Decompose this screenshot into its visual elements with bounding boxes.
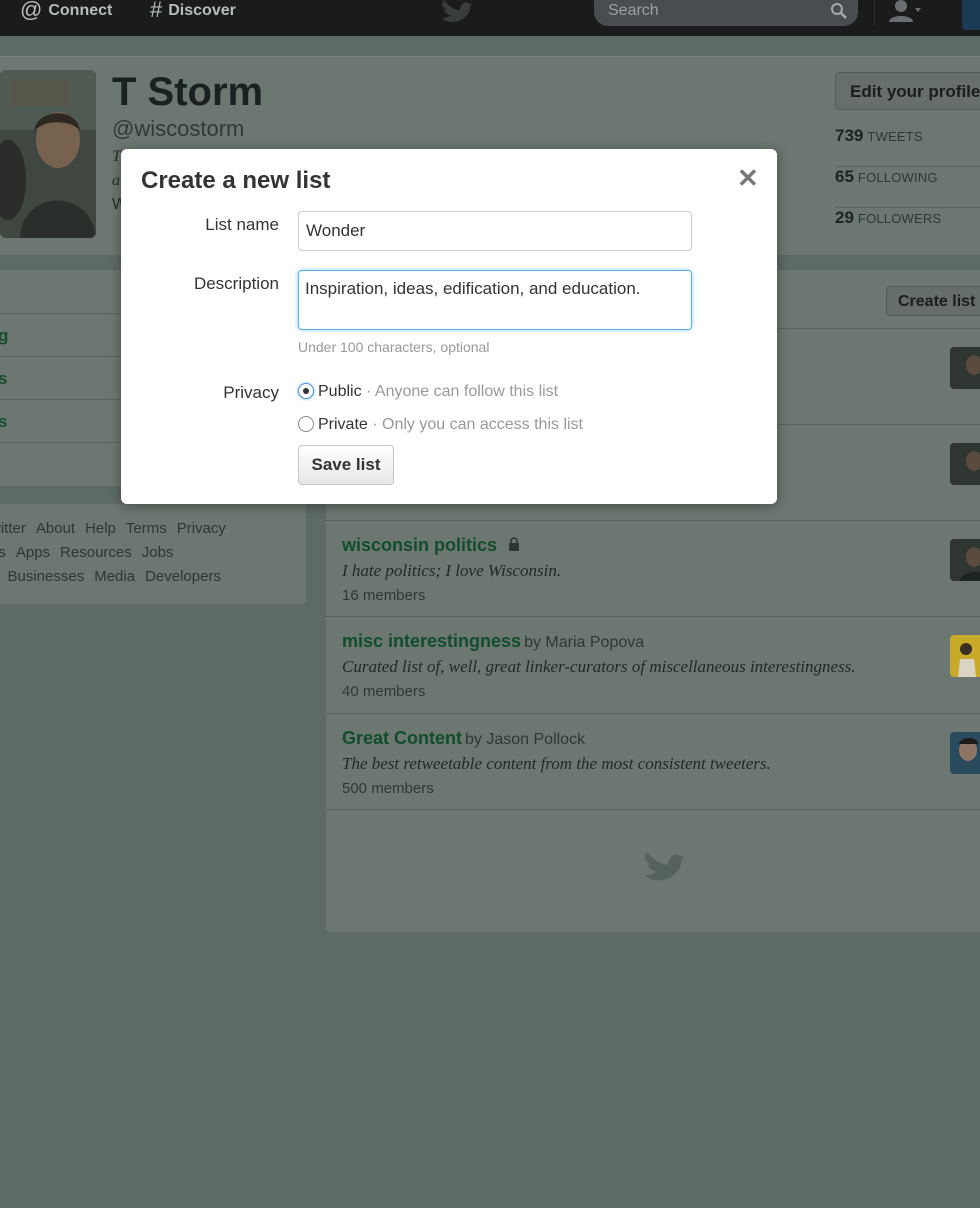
- list-name-link[interactable]: Great Content: [342, 728, 462, 748]
- stat-value: 29: [835, 208, 854, 227]
- list-members-count[interactable]: 40 members: [342, 683, 425, 700]
- dialog-title: Create a new list: [141, 167, 331, 194]
- privacy-public-option[interactable]: Public · Anyone can follow this list: [298, 383, 558, 401]
- footer-link[interactable]: us: [0, 544, 6, 561]
- footer-link[interactable]: Resources: [60, 544, 132, 561]
- private-note: · Only you can access this list: [372, 416, 583, 433]
- list-name-link[interactable]: wisconsin politics: [342, 535, 497, 555]
- footer-link[interactable]: Businesses: [8, 568, 85, 585]
- stat-label: TWEETS: [867, 129, 923, 144]
- bio-fragment: T: [112, 148, 121, 165]
- footer-link[interactable]: Privacy: [177, 520, 226, 537]
- stat-label: FOLLOWERS: [857, 211, 942, 226]
- footer-link[interactable]: Jobs: [142, 544, 174, 561]
- list-description: The best retweetable content from the mo…: [342, 754, 771, 773]
- profile-handle: @wiscostorm: [112, 116, 245, 141]
- description-label: Description: [193, 274, 279, 293]
- description-hint: Under 100 characters, optional: [298, 339, 490, 355]
- list-name-link[interactable]: misc interestingness: [342, 631, 521, 651]
- search-input[interactable]: [608, 0, 808, 22]
- stat-followers[interactable]: 29 FOLLOWERS: [835, 208, 980, 248]
- footer-link[interactable]: Media: [94, 568, 135, 585]
- list-item[interactable]: wisconsin politics I hate politics; I lo…: [326, 520, 980, 617]
- profile-avatar[interactable]: [0, 70, 96, 238]
- create-list-button[interactable]: Create list: [886, 286, 980, 316]
- description-textarea[interactable]: Inspiration, ideas, edification, and edu…: [298, 270, 692, 330]
- account-menu[interactable]: [874, 0, 935, 26]
- footer-link[interactable]: About: [36, 520, 75, 537]
- private-label: Private: [318, 416, 368, 433]
- close-icon[interactable]: ✕: [737, 165, 759, 191]
- nav-connect[interactable]: @ Connect: [20, 0, 112, 22]
- list-owner-avatar[interactable]: [950, 635, 980, 677]
- stat-label: FOLLOWING: [857, 170, 938, 185]
- privacy-label: Privacy: [223, 383, 279, 402]
- footer-link[interactable]: Developers: [145, 568, 221, 585]
- list-item[interactable]: Great Content by Jason Pollock The best r…: [326, 713, 980, 810]
- bio-fragment: a: [112, 172, 120, 189]
- list-title: Great Content by Jason Pollock: [342, 728, 585, 749]
- lock-icon: [502, 535, 520, 555]
- save-list-button[interactable]: Save list: [298, 445, 394, 485]
- stat-tweets[interactable]: 739 TWEETS: [835, 126, 980, 167]
- twitter-bird-icon: [642, 848, 684, 889]
- list-description: Curated list of, well, great linker-cura…: [342, 657, 856, 676]
- footer-link[interactable]: Help: [85, 520, 116, 537]
- list-owner-byline[interactable]: by Jason Pollock: [465, 731, 585, 748]
- top-navigation-bar: @ Connect # Discover: [0, 0, 980, 36]
- list-name-label: List name: [205, 215, 279, 234]
- public-note: · Anyone can follow this list: [366, 383, 559, 400]
- stat-value: 739: [835, 126, 864, 145]
- list-name-input[interactable]: [298, 211, 692, 251]
- list-divider: [326, 809, 980, 811]
- edit-profile-button[interactable]: Edit your profile: [835, 72, 980, 110]
- nav-discover[interactable]: # Discover: [150, 0, 236, 22]
- create-list-dialog: Create a new list ✕ List name Descriptio…: [121, 149, 777, 504]
- nav-discover-label: Discover: [168, 2, 236, 19]
- footer-links-row: sBusinessesMediaDevelopers: [0, 568, 231, 585]
- radio-private[interactable]: [298, 416, 314, 432]
- list-owner-byline[interactable]: by Maria Popova: [524, 634, 644, 651]
- compose-tweet-button[interactable]: [962, 0, 980, 30]
- list-members-count[interactable]: 500 members: [342, 780, 434, 797]
- hashtag-icon: #: [150, 0, 163, 22]
- stat-following[interactable]: 65 FOLLOWING: [835, 167, 980, 208]
- at-sign-icon: @: [20, 0, 43, 22]
- radio-public[interactable]: [298, 383, 314, 399]
- footer-link[interactable]: Terms: [126, 520, 167, 537]
- list-members-count[interactable]: 16 members: [342, 587, 425, 604]
- user-silhouette-icon: [887, 0, 921, 27]
- nav-connect-label: Connect: [48, 2, 113, 19]
- privacy-private-option[interactable]: Private · Only you can access this list: [298, 416, 583, 434]
- list-title[interactable]: wisconsin politics: [342, 535, 520, 556]
- search-box: [594, 0, 858, 26]
- list-item[interactable]: misc interestingness by Maria Popova Cura…: [326, 616, 980, 713]
- public-label: Public: [318, 383, 362, 400]
- list-owner-avatar[interactable]: [950, 539, 980, 581]
- list-owner-avatar: [950, 347, 980, 389]
- stat-value: 65: [835, 167, 854, 186]
- profile-name: T Storm: [112, 70, 264, 114]
- twitter-bird-icon[interactable]: [440, 0, 472, 27]
- list-title: misc interestingness by Maria Popova: [342, 631, 644, 652]
- footer-link[interactable]: Apps: [16, 544, 50, 561]
- search-icon[interactable]: [830, 2, 848, 25]
- footer-links-row: witter About Help Terms Privacy: [0, 520, 236, 537]
- list-description: I hate politics; I love Wisconsin.: [342, 561, 562, 580]
- list-owner-avatar[interactable]: [950, 732, 980, 774]
- footer-link[interactable]: witter: [0, 520, 26, 537]
- footer-links-row: us Apps Resources Jobs: [0, 544, 183, 561]
- list-owner-avatar: [950, 443, 980, 485]
